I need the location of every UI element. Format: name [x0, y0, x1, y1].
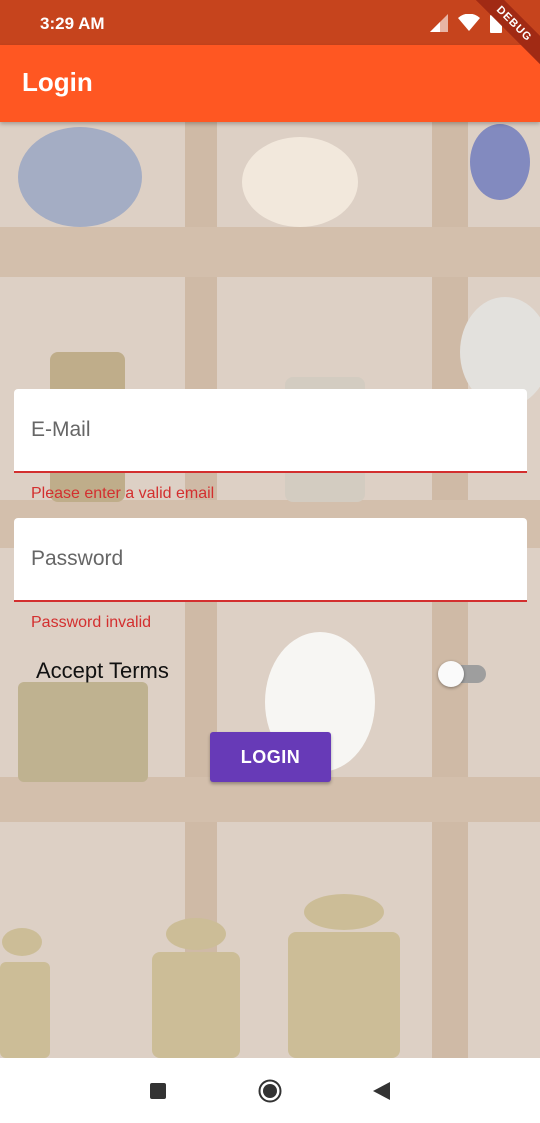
status-icons	[430, 13, 502, 38]
nav-bar	[0, 1058, 540, 1123]
page-title: Login	[22, 67, 93, 97]
password-error: Password invalid	[31, 614, 152, 631]
back-icon[interactable]	[368, 1078, 394, 1104]
toggle-thumb	[438, 661, 464, 687]
login-button[interactable]: LOGIN	[210, 732, 331, 782]
email-field-container	[14, 389, 527, 473]
wifi-icon	[458, 13, 480, 37]
status-time: 3:29 AM	[40, 14, 105, 33]
recents-icon[interactable]	[145, 1078, 171, 1104]
app-bar: Login	[0, 45, 540, 122]
signal-icon	[430, 14, 448, 37]
password-field-container	[14, 518, 527, 602]
email-field[interactable]	[31, 389, 511, 471]
login-form: Please enter a valid email Password inva…	[0, 122, 540, 1058]
terms-toggle[interactable]	[438, 660, 488, 687]
password-field[interactable]	[31, 518, 511, 600]
status-bar: 3:29 AM	[0, 0, 540, 45]
home-icon[interactable]	[257, 1078, 283, 1104]
terms-label: Accept Terms	[36, 658, 169, 683]
email-error: Please enter a valid email	[31, 485, 215, 502]
